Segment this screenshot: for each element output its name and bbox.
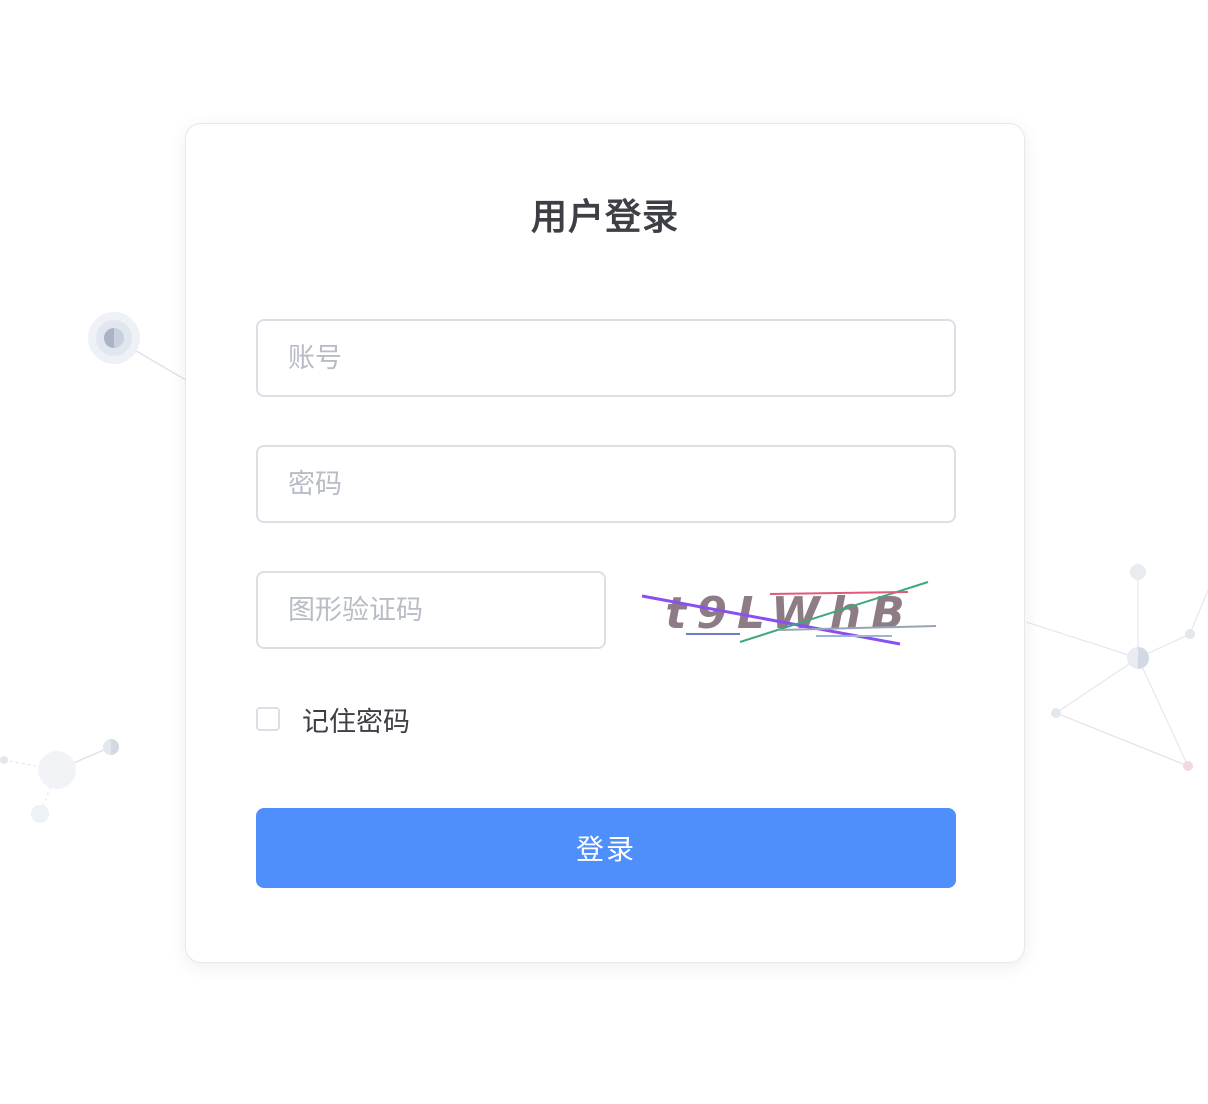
account-input[interactable] [256,319,956,397]
remember-password-checkbox[interactable] [256,707,280,731]
remember-password-label[interactable]: 记住密码 [302,700,410,739]
page-title: 用户登录 [530,197,679,238]
login-card: 用户登录 t9LWhB 记住密码 登录 [185,123,1025,963]
captcha-input[interactable] [256,571,606,649]
captcha-image[interactable]: t9LWhB [640,576,940,646]
login-button[interactable]: 登录 [256,808,956,888]
remember-password-row[interactable]: 记住密码 [256,699,410,739]
password-input[interactable] [256,445,956,523]
captcha-code-text: t9LWhB [665,588,914,639]
